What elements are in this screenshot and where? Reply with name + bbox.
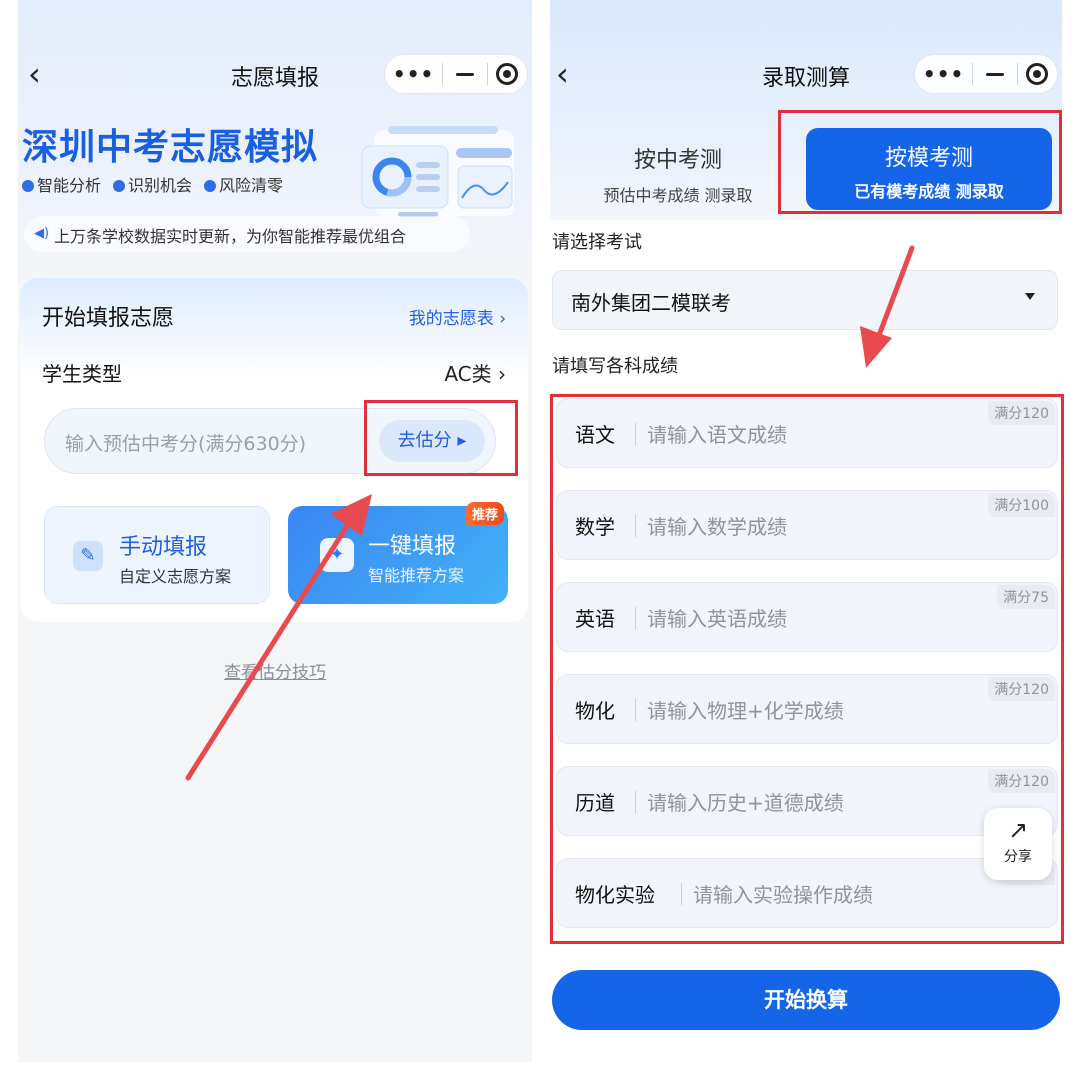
minimize-icon[interactable] — [973, 72, 1016, 76]
score-tips-link[interactable]: 查看估分技巧 — [18, 658, 532, 683]
feature-item: 智能分析 — [22, 172, 101, 196]
miniprogram-capsule: ••• — [384, 54, 528, 94]
check-icon — [22, 180, 34, 192]
start-convert-button[interactable]: 开始换算 — [552, 970, 1060, 1030]
share-button[interactable]: ↗ 分享 — [984, 808, 1052, 880]
card-title: 开始填报志愿 — [42, 306, 175, 331]
check-icon — [204, 180, 217, 192]
annotation-highlight-box — [364, 400, 518, 476]
score-placeholder: 输入预估中考分(满分630分) — [65, 433, 307, 455]
my-volunteer-table-link[interactable]: 我的志愿表 › — [409, 304, 506, 329]
nav-bar: ‹ 录取测算 ••• — [550, 52, 1062, 98]
notice-bar: ◀) 上万条学校数据实时更新，为你智能推荐最优组合 — [24, 216, 470, 252]
feature-item: 风险清零 — [204, 172, 283, 196]
exam-select-value: 南外集团二模联考 — [571, 291, 731, 315]
magic-icon: ✦ — [320, 538, 354, 572]
close-target-icon[interactable] — [1018, 63, 1057, 85]
share-label: 分享 — [1004, 849, 1032, 865]
tab-title: 按中考测 — [633, 148, 722, 173]
more-menu-icon[interactable]: ••• — [385, 62, 442, 86]
hero-title: 深圳中考志愿模拟 — [22, 127, 319, 168]
recommend-badge: 推荐 — [465, 502, 504, 525]
dropdown-arrow-icon — [1025, 293, 1035, 300]
dashboard-illustration-icon — [361, 126, 514, 217]
share-icon: ↗ — [1007, 816, 1029, 844]
comparison-screenshot: ‹ 志愿填报 ••• 深圳中考志愿模拟 智能分析 识别机会 风险清零 ◀) 上万… — [0, 0, 1080, 1080]
exam-select[interactable]: 南外集团二模联考 — [552, 270, 1058, 330]
one-key-fill-subtitle: 智能推荐方案 — [368, 566, 465, 585]
manual-fill-button[interactable]: ✎ 手动填报 自定义志愿方案 — [44, 506, 270, 604]
check-icon — [113, 180, 126, 192]
more-menu-icon[interactable]: ••• — [915, 62, 972, 86]
one-key-fill-title: 一键填报 — [368, 534, 457, 559]
annotation-highlight-box — [778, 110, 1062, 214]
tab-by-zhongkao[interactable]: 按中考测 预估中考成绩 测录取 — [550, 122, 806, 214]
manual-fill-title: 手动填报 — [119, 535, 208, 560]
exam-select-label: 请选择考试 — [552, 232, 642, 253]
one-key-fill-button[interactable]: ✦ 一键填报 智能推荐方案 推荐 — [288, 502, 508, 604]
student-type-value[interactable]: AC类 › — [444, 358, 506, 387]
minimize-icon[interactable] — [443, 72, 486, 76]
miniprogram-capsule: ••• — [914, 54, 1058, 94]
speaker-icon: ◀) — [34, 226, 50, 241]
feature-item: 识别机会 — [113, 172, 192, 196]
volunteer-fill-screen: ‹ 志愿填报 ••• 深圳中考志愿模拟 智能分析 识别机会 风险清零 ◀) 上万… — [18, 0, 532, 1062]
tab-subtitle: 预估中考成绩 测录取 — [603, 186, 753, 205]
scores-label: 请填写各科成绩 — [552, 356, 678, 377]
student-type-label: 学生类型 — [42, 362, 122, 386]
close-target-icon[interactable] — [488, 63, 527, 85]
nav-bar: ‹ 志愿填报 ••• — [18, 52, 532, 98]
manual-fill-subtitle: 自定义志愿方案 — [119, 567, 232, 586]
edit-icon: ✎ — [73, 541, 103, 571]
feature-list: 智能分析 识别机会 风险清零 — [22, 172, 283, 196]
notice-text: 上万条学校数据实时更新，为你智能推荐最优组合 — [54, 227, 407, 246]
